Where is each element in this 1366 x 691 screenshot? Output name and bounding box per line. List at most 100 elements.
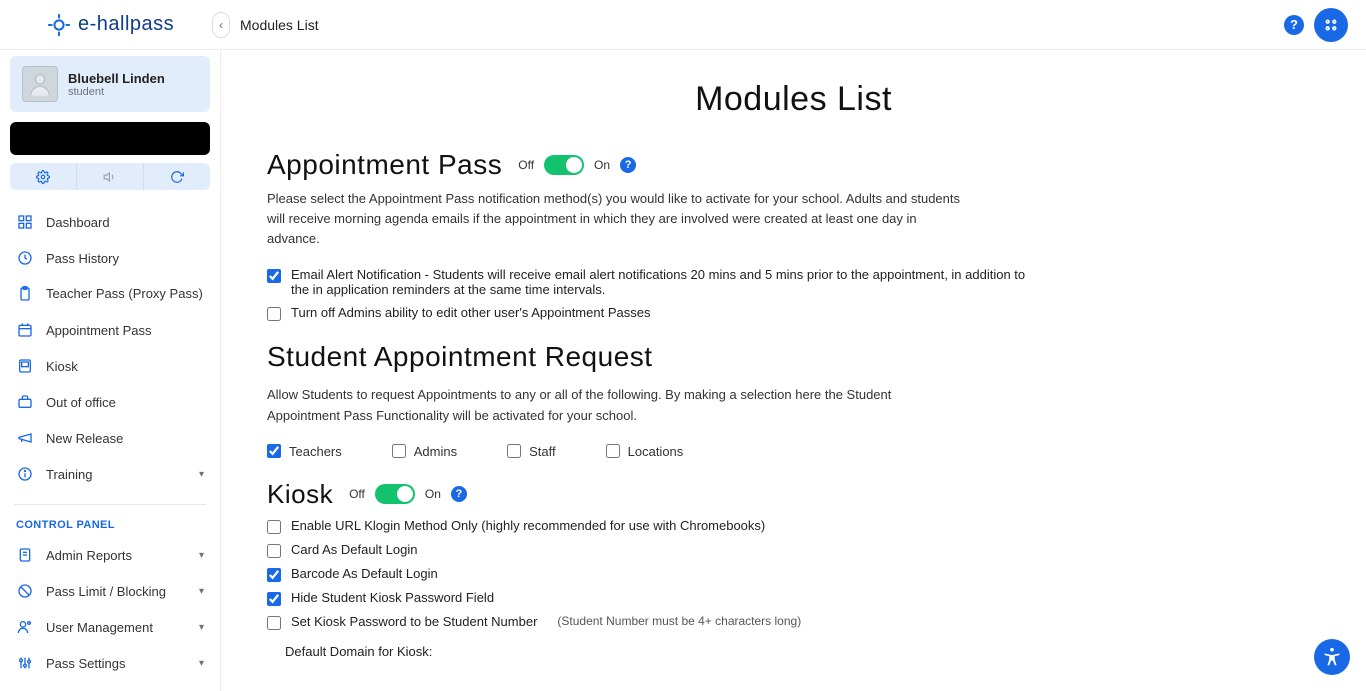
school-selector[interactable] [10,122,210,155]
nav-user-management[interactable]: User Management▾ [10,609,210,645]
email-alert-label: Email Alert Notification - Students will… [291,267,1027,297]
help-icon[interactable]: ? [1284,15,1304,35]
chevron-down-icon: ▾ [199,622,204,633]
chevron-down-icon: ▾ [199,550,204,561]
kiosk-studnum-checkbox[interactable] [267,616,281,630]
kiosk-barcode-row[interactable]: Barcode As Default Login [267,566,1027,582]
nav-dashboard[interactable]: Dashboard [10,204,210,240]
kiosk-domain-label: Default Domain for Kiosk: [285,644,1155,659]
clipboard-icon [16,285,34,303]
nav-kiosk[interactable]: Kiosk [10,348,210,384]
nav-pass-limit[interactable]: Pass Limit / Blocking ▾ [10,573,210,609]
sliders-icon [16,654,34,672]
kiosk-barcode-checkbox[interactable] [267,568,281,582]
nav-label: Pass History [46,251,119,266]
nav-label: Dashboard [46,215,110,230]
refresh-quick-button[interactable] [143,163,210,190]
kiosk-help-icon[interactable]: ? [451,486,467,502]
appointment-pass-toggle[interactable] [544,155,584,175]
top-header: e-hallpass ‹ Modules List ? [0,0,1366,50]
volume-icon [103,170,117,184]
nav-label: Training [46,467,92,482]
nav-main: Dashboard Pass History Teacher Pass (Pro… [10,204,210,681]
on-label: On [594,158,610,172]
apps-grid-icon [1323,17,1339,33]
student-request-options: Teachers Admins Staff Locations [267,444,1155,459]
nav-label: Appointment Pass [46,323,152,338]
chevron-down-icon: ▾ [199,586,204,597]
kiosk-card-label: Card As Default Login [291,542,417,557]
nav-pass-settings[interactable]: Pass Settings ▾ [10,645,210,681]
appointment-description: Please select the Appointment Pass notif… [267,189,967,249]
dashboard-icon [16,213,34,231]
appointment-pass-header: Appointment Pass Off On ? [267,149,1155,181]
nav-label: Teacher Pass (Proxy Pass) [46,286,203,302]
kiosk-hidepw-row[interactable]: Hide Student Kiosk Password Field [267,590,1027,606]
kiosk-card-row[interactable]: Card As Default Login [267,542,1027,558]
chevron-down-icon: ▾ [199,658,204,669]
kiosk-studnum-row[interactable]: Set Kiosk Password to be Student Number(… [267,614,1027,630]
brand-text: e-hallpass [78,13,174,36]
email-alert-row[interactable]: Email Alert Notification - Students will… [267,267,1027,297]
calendar-icon [16,321,34,339]
off-label: Off [349,487,365,501]
breadcrumb: Modules List [240,17,319,33]
nav-admin-reports[interactable]: Admin Reports▾ [10,537,210,573]
appointment-pass-title: Appointment Pass [267,149,502,181]
kiosk-card-checkbox[interactable] [267,544,281,558]
email-alert-checkbox[interactable] [267,269,281,283]
sound-quick-button[interactable] [76,163,143,190]
kiosk-url-label: Enable URL Klogin Method Only (highly re… [291,518,765,533]
apps-grid-button[interactable] [1314,8,1348,42]
nav-pass-history[interactable]: Pass History [10,240,210,276]
locations-checkbox[interactable] [606,444,620,458]
accessibility-button[interactable] [1314,639,1350,675]
off-label: Off [518,158,534,172]
nav-label: Pass Limit / Blocking [46,584,166,599]
nav-appointment-pass[interactable]: Appointment Pass [10,312,210,348]
admin-edit-off-checkbox[interactable] [267,307,281,321]
teachers-checkbox[interactable] [267,444,281,458]
nav-new-release[interactable]: New Release [10,420,210,456]
staff-label: Staff [529,444,556,459]
nav-label: Pass Settings [46,656,126,671]
nav-teacher-pass[interactable]: Teacher Pass (Proxy Pass) [10,276,210,312]
profile-role: student [68,86,165,98]
settings-quick-button[interactable] [10,163,76,190]
admins-checkbox[interactable] [392,444,406,458]
quick-actions [10,163,210,190]
kiosk-url-row[interactable]: Enable URL Klogin Method Only (highly re… [267,518,1027,534]
kiosk-hidepw-label: Hide Student Kiosk Password Field [291,590,494,605]
admins-label: Admins [414,444,457,459]
users-icon [16,618,34,636]
profile-card: Bluebell Linden student [10,56,210,112]
admin-edit-off-label: Turn off Admins ability to edit other us… [291,305,650,320]
chevron-down-icon: ▾ [199,469,204,480]
kiosk-url-checkbox[interactable] [267,520,281,534]
reports-icon [16,546,34,564]
locations-option[interactable]: Locations [606,444,684,459]
kiosk-icon [16,357,34,375]
admin-edit-off-row[interactable]: Turn off Admins ability to edit other us… [267,305,1027,321]
main-content: Modules List Appointment Pass Off On ? P… [220,50,1366,691]
brand-logo: e-hallpass [0,13,220,36]
teachers-option[interactable]: Teachers [267,444,342,459]
nav-label: Kiosk [46,359,78,374]
nav-out-of-office[interactable]: Out of office [10,384,210,420]
sidebar-collapse-handle[interactable]: ‹ [212,12,230,38]
gear-icon [36,170,50,184]
nav-label: Out of office [46,395,116,410]
avatar [22,66,58,102]
appointment-help-icon[interactable]: ? [620,157,636,173]
nav-divider [14,504,206,505]
profile-name: Bluebell Linden [68,71,165,86]
staff-checkbox[interactable] [507,444,521,458]
admins-option[interactable]: Admins [392,444,457,459]
kiosk-toggle[interactable] [375,484,415,504]
staff-option[interactable]: Staff [507,444,556,459]
page-title: Modules List [221,80,1366,119]
kiosk-hidepw-checkbox[interactable] [267,592,281,606]
on-label: On [425,487,441,501]
nav-section-label: CONTROL PANEL [10,513,210,537]
nav-training[interactable]: Training ▾ [10,456,210,492]
